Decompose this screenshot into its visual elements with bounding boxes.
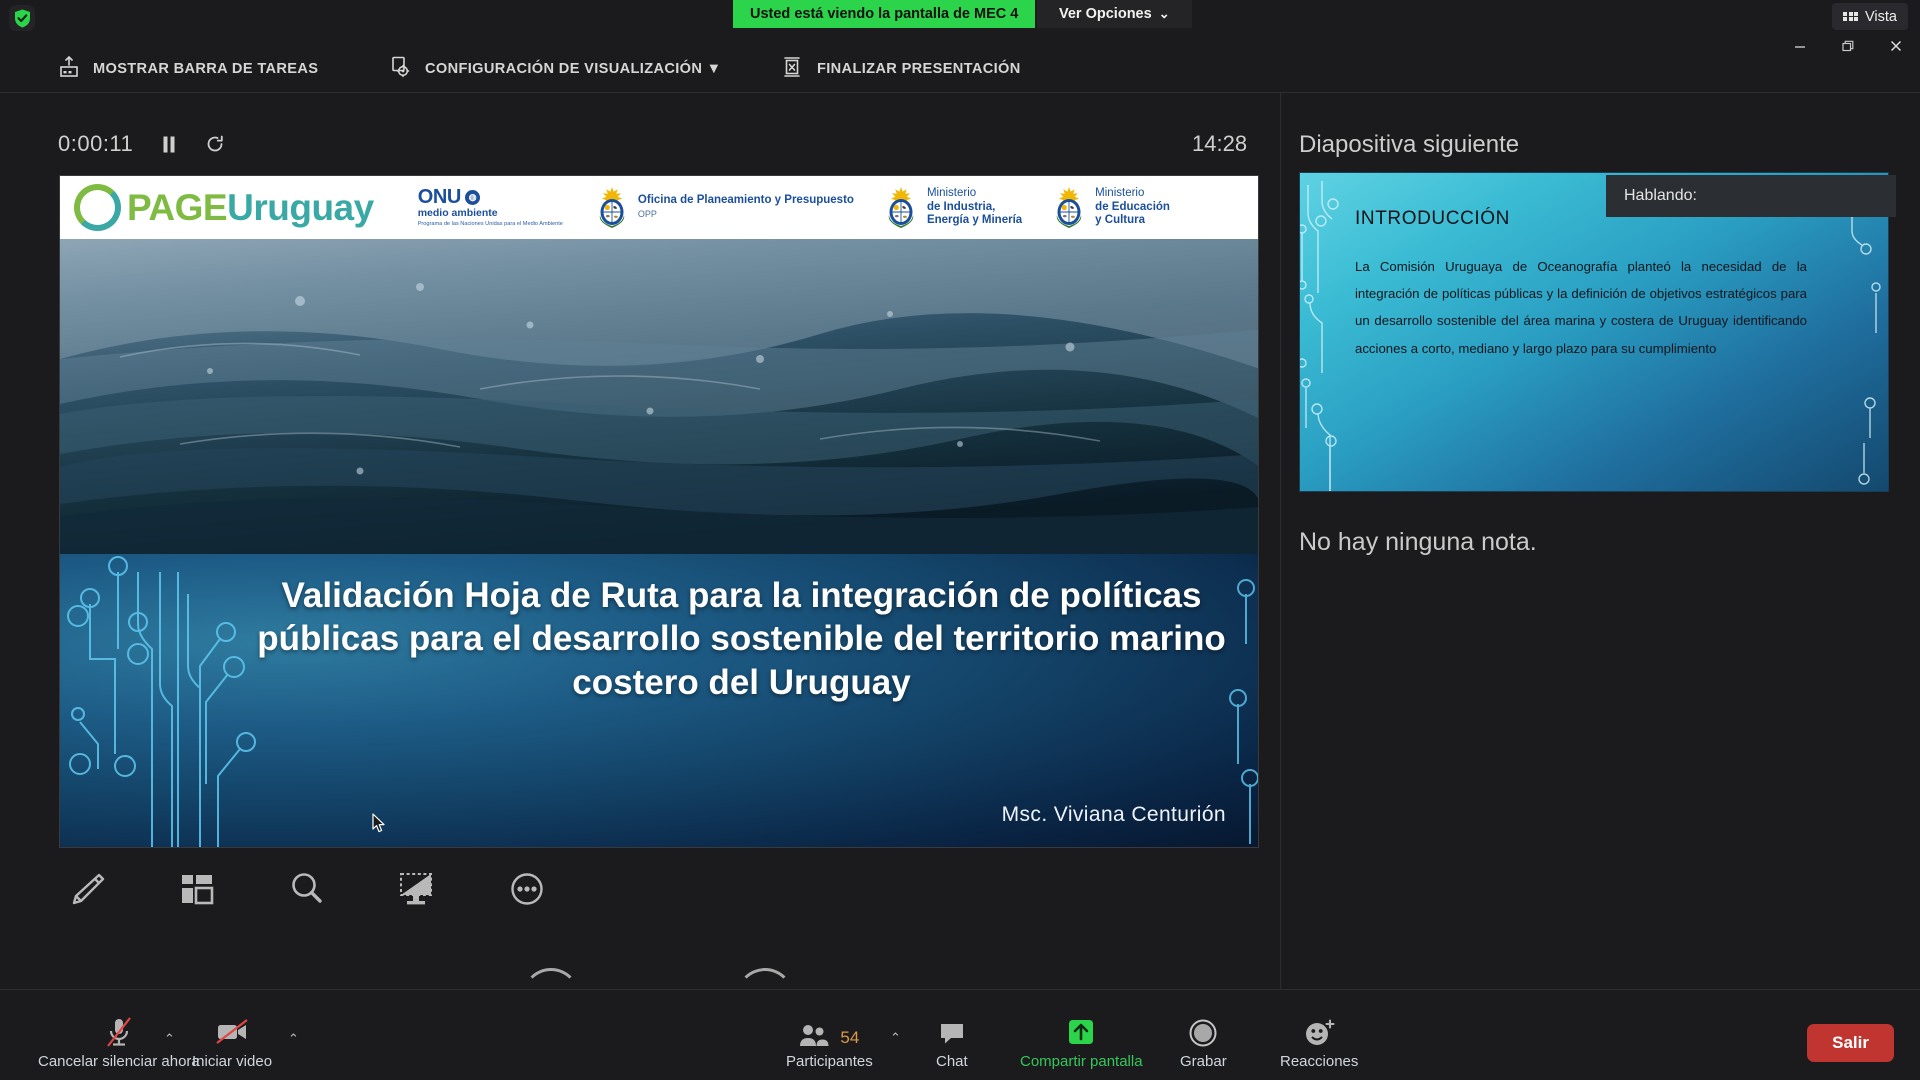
view-options-label: Ver Opciones (1059, 6, 1152, 22)
chat-button[interactable]: Chat (936, 1014, 968, 1070)
leave-label: Salir (1832, 1033, 1869, 1052)
top-strip: Usted está viendo la pantalla de MEC 4 V… (0, 0, 1920, 31)
mouse-cursor (372, 813, 386, 838)
miem-line1: Ministerio (926, 187, 977, 200)
mec-line3: y Cultura (1095, 214, 1146, 227)
opp-line2: OPP (637, 208, 657, 219)
slide-author: Msc. Viviana Centurión (1001, 803, 1226, 826)
mec-line2: de Educación (1095, 200, 1170, 213)
onu-globe-icon: ◍ (464, 189, 480, 205)
display-settings-label: CONFIGURACIÓN DE VISUALIZACIÓN ▼ (425, 61, 722, 77)
share-arrow-up-icon (1065, 1014, 1097, 1048)
uruguay-crest-icon (882, 186, 920, 230)
record-label: Grabar (1180, 1053, 1227, 1070)
onu-logo: ONU ◍ medio ambiente Programa de las Nac… (417, 185, 563, 228)
smiley-plus-icon (1303, 1014, 1335, 1048)
onu-subtitle: medio ambiente (417, 206, 498, 219)
mic-muted-icon (104, 1014, 134, 1048)
slide-logo-bar: PAGEUruguay ONU ◍ medio ambiente Program… (60, 176, 1258, 239)
next-slide-body: La Comisión Uruguaya de Oceanografía pla… (1355, 259, 1807, 356)
mute-label: Cancelar silenciar ahora (38, 1053, 200, 1070)
miem-logo: Ministerio de Industria, Energía y Miner… (882, 186, 1022, 230)
more-options-icon[interactable] (500, 862, 554, 916)
next-slide-title: INTRODUCCIÓN (1355, 208, 1510, 229)
miem-line2: de Industria, (926, 200, 996, 213)
pause-icon[interactable] (161, 135, 177, 154)
display-settings-button[interactable]: CONFIGURACIÓN DE VISUALIZACIÓN ▼ (388, 56, 721, 82)
mec-logo: Ministerio de Educación y Cultura (1050, 186, 1170, 230)
slide-title: Validación Hoja de Ruta para la integrac… (257, 576, 1226, 702)
current-slide[interactable]: PAGEUruguay ONU ◍ medio ambiente Program… (59, 175, 1259, 848)
mec-line1: Ministerio (1095, 187, 1145, 200)
next-slide-preview[interactable]: INTRODUCCIÓN La Comisión Uruguaya de Oce… (1299, 172, 1889, 492)
mute-button[interactable]: Cancelar silenciar ahora (38, 1014, 200, 1070)
page-ring-icon (74, 184, 121, 231)
end-presentation-button[interactable]: FINALIZAR PRESENTACIÓN (780, 56, 1021, 82)
annotation-toolbar (60, 862, 554, 916)
reactions-label: Reacciones (1280, 1053, 1359, 1070)
speaking-indicator: Hablando: (1606, 175, 1896, 217)
uruguay-crest-icon (1050, 186, 1088, 230)
people-icon: 54 (799, 1014, 859, 1048)
vista-button[interactable]: Vista (1832, 3, 1908, 30)
next-slide-heading: Diapositiva siguiente (1299, 131, 1520, 158)
participants-count: 54 (840, 1028, 860, 1047)
onu-title: ONU (417, 185, 462, 208)
vista-label: Vista (1865, 8, 1897, 25)
elapsed-time: 0:00:11 (58, 131, 134, 156)
record-circle-icon (1188, 1014, 1218, 1048)
reset-icon[interactable] (205, 134, 225, 154)
end-presentation-label: FINALIZAR PRESENTACIÓN (817, 61, 1021, 77)
video-off-icon (214, 1014, 250, 1048)
notes-empty-text: No hay ninguna nota. (1299, 528, 1537, 556)
slide-title-block: Validación Hoja de Ruta para la integrac… (60, 554, 1258, 847)
decorative-arc (522, 968, 580, 1026)
magnifier-icon[interactable] (280, 862, 334, 916)
share-screen-button[interactable]: Compartir pantalla (1020, 1014, 1143, 1070)
video-button[interactable]: Iniciar video (192, 1014, 272, 1070)
participants-button[interactable]: 54 Participantes (786, 1014, 873, 1070)
page-uruguay-logo: PAGEUruguay (74, 184, 374, 231)
grid-view-icon (1843, 11, 1859, 22)
participants-options-caret[interactable]: ⌃ (890, 1030, 901, 1046)
header-divider (0, 92, 1920, 93)
share-screen-label: Compartir pantalla (1020, 1053, 1143, 1070)
taskbar-icon (58, 55, 80, 82)
page-logo-word2: Uruguay (227, 186, 374, 228)
chat-label: Chat (936, 1053, 968, 1070)
share-banner-text: Usted está viendo la pantalla de MEC 4 (750, 6, 1019, 22)
opp-logo: Oficina de Planeamiento y Presupuesto OP… (593, 186, 854, 230)
record-button[interactable]: Grabar (1180, 1014, 1227, 1070)
view-options-button[interactable]: Ver Opciones ⌄ (1037, 0, 1192, 28)
black-screen-icon[interactable] (390, 862, 444, 916)
onu-fineprint: Programa de las Naciones Unidas para el … (417, 220, 563, 227)
slide-grid-icon[interactable] (170, 862, 224, 916)
timer-row: 0:00:11 (58, 131, 225, 157)
miem-line3: Energía y Minería (926, 214, 1023, 227)
video-label: Iniciar video (192, 1053, 273, 1070)
show-taskbar-label: MOSTRAR BARRA DE TAREAS (93, 61, 319, 77)
end-presentation-icon (780, 56, 804, 82)
opp-line1: Oficina de Planeamiento y Presupuesto (637, 193, 854, 206)
meeting-toolbar: Cancelar silenciar ahora ⌃ Iniciar video… (0, 968, 1920, 1080)
screen-share-banner: Usted está viendo la pantalla de MEC 4 (733, 0, 1036, 28)
reactions-button[interactable]: Reacciones (1280, 1014, 1358, 1070)
mic-options-caret[interactable]: ⌃ (164, 1031, 175, 1047)
ocean-photo (60, 239, 1258, 554)
pane-divider (1280, 92, 1281, 989)
page-logo-word1: PAGE (127, 186, 228, 228)
speaking-label: Hablando: (1624, 187, 1697, 204)
participants-label: Participantes (786, 1053, 873, 1070)
shield-check-icon (9, 5, 35, 31)
chevron-down-icon: ⌄ (1158, 6, 1170, 21)
chat-bubble-icon (938, 1014, 966, 1048)
video-options-caret[interactable]: ⌃ (288, 1031, 299, 1047)
show-taskbar-button[interactable]: MOSTRAR BARRA DE TAREAS (58, 55, 319, 82)
wall-clock: 14:28 (1192, 131, 1248, 156)
display-settings-icon (388, 56, 412, 82)
pen-icon[interactable] (60, 862, 114, 916)
presenter-control-row: MOSTRAR BARRA DE TAREAS CONFIGURACIÓN DE… (0, 46, 1920, 92)
uruguay-crest-icon (593, 186, 631, 230)
leave-button[interactable]: Salir (1807, 1024, 1894, 1062)
